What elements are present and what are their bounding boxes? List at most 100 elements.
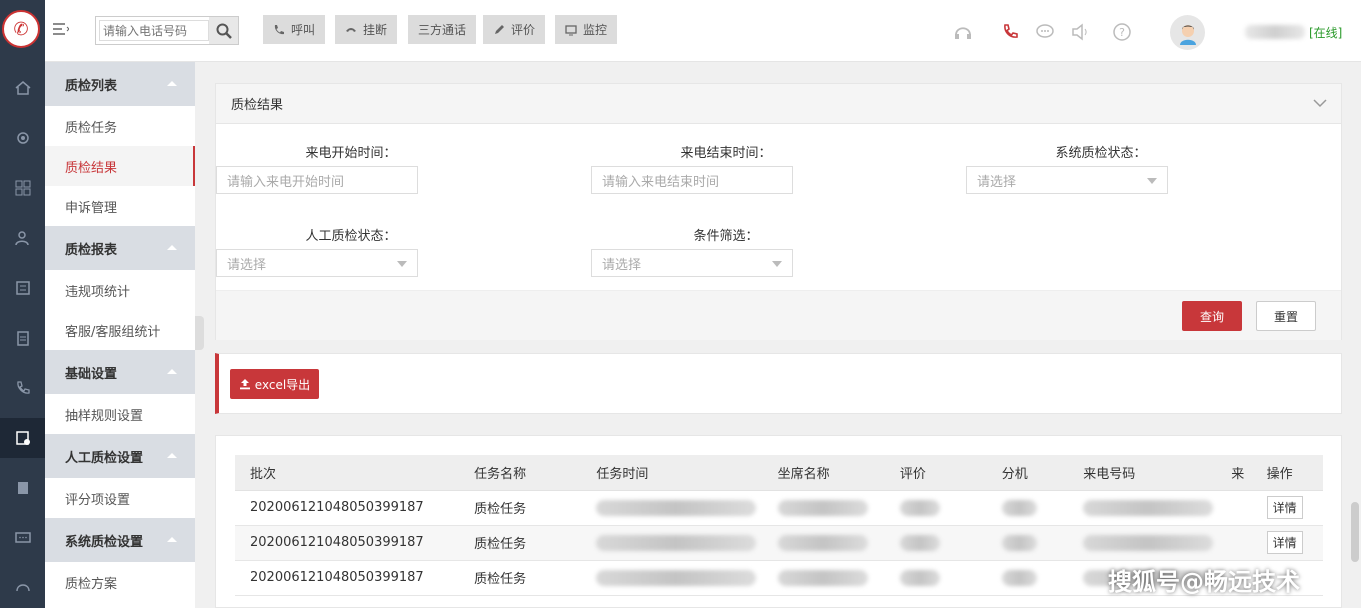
side-nav: 质检列表 质检任务 质检结果 申诉管理 质检报表 违规项统计 客服/客服组统计 … — [45, 62, 195, 608]
col-task-name[interactable]: 任务名称 — [459, 455, 582, 491]
monitor-label: 监控 — [583, 23, 608, 37]
phone-icon[interactable] — [0, 368, 45, 408]
nav-item-quality-task[interactable]: 质检任务 — [45, 106, 195, 146]
nav-item-scoring-items[interactable]: 评分项设置 — [45, 478, 195, 518]
vertical-scrollbar[interactable] — [1351, 502, 1359, 562]
call-button[interactable]: 呼叫 — [263, 15, 326, 44]
phone-search — [95, 16, 239, 45]
cell-caller-redacted — [1068, 525, 1232, 561]
monitor-button[interactable]: 监控 — [555, 15, 618, 44]
nav-item-sampling-rules[interactable]: 抽样规则设置 — [45, 394, 195, 434]
filter-panel: 质检结果 来电开始时间： 请输入来电开始时间 来电结束时间： 请输入来电结束时间… — [215, 83, 1342, 340]
condition-filter-label: 条件筛选： — [693, 229, 759, 244]
search-button[interactable] — [209, 17, 238, 44]
cell-actions: 详情 — [1251, 525, 1323, 561]
nav-item-qc-plan[interactable]: 质检方案 — [45, 562, 195, 602]
cell-agent-redacted — [762, 525, 885, 561]
watermark: 搜狐号@畅远技术 — [1108, 568, 1300, 596]
col-evaluation[interactable]: 评价 — [884, 455, 987, 491]
nav-item-quality-result[interactable]: 质检结果 — [45, 146, 195, 186]
help-icon[interactable]: ? — [1112, 22, 1132, 42]
user-icon — [1179, 24, 1196, 45]
end-time-label: 来电结束时间： — [680, 146, 772, 161]
home-icon[interactable] — [0, 68, 45, 108]
caret-up-icon — [167, 369, 177, 374]
start-time-input[interactable]: 请输入来电开始时间 — [216, 166, 418, 194]
pencil-icon — [495, 24, 504, 34]
nav-group-quality-report[interactable]: 质检报表 — [45, 226, 195, 270]
user-avatar[interactable] — [1170, 15, 1205, 50]
manual-qc-status-select[interactable]: 请选择 — [216, 249, 418, 277]
nav-item-agent-group-stats[interactable]: 客服/客服组统计 — [45, 310, 195, 350]
filter-actions: 查询 重置 — [216, 290, 1341, 340]
col-agent-name[interactable]: 坐席名称 — [762, 455, 885, 491]
col-truncated[interactable]: 来 — [1231, 455, 1252, 491]
system-qc-status-select[interactable]: 请选择 — [966, 166, 1168, 194]
nav-group-quality-list[interactable]: 质检列表 — [45, 62, 195, 106]
reset-button[interactable]: 重置 — [1256, 301, 1316, 331]
chat-icon[interactable] — [1035, 22, 1055, 42]
evaluate-button[interactable]: 评价 — [483, 15, 546, 44]
menu-toggle-icon[interactable] — [53, 22, 69, 36]
contacts-icon[interactable] — [0, 218, 45, 258]
apps-icon[interactable] — [0, 168, 45, 208]
speaker-icon[interactable] — [1070, 22, 1090, 42]
table-header-row: 批次 任务名称 任务时间 坐席名称 评价 分机 来电号码 来 操作 — [235, 455, 1323, 491]
call-label: 呼叫 — [291, 23, 316, 37]
col-caller-number[interactable]: 来电号码 — [1068, 455, 1232, 491]
cell-eval-redacted — [884, 560, 987, 596]
user-name-blurred — [1245, 25, 1305, 39]
headset-icon[interactable] — [953, 22, 973, 42]
manual-qc-status-label: 人工质检状态： — [305, 229, 397, 244]
caret-up-icon — [167, 81, 177, 86]
condition-filter-select[interactable]: 请选择 — [591, 249, 793, 277]
nav-group-basic-settings[interactable]: 基础设置 — [45, 350, 195, 394]
detail-button[interactable]: 详情 — [1266, 531, 1303, 554]
nav-item-violation-stats[interactable]: 违规项统计 — [45, 270, 195, 310]
cell-batch: 202006121048050399187 — [235, 560, 460, 596]
col-batch[interactable]: 批次 — [235, 455, 460, 491]
search-icon — [216, 23, 232, 39]
cell-batch: 20200612104805039918​7 — [235, 490, 460, 526]
nav-group-system-qc-settings[interactable]: 系统质检设置 — [45, 518, 195, 562]
cell-ext-redacted — [986, 560, 1069, 596]
sidebar-collapse-handle[interactable] — [195, 316, 204, 350]
app-logo: ✆ — [2, 10, 40, 48]
cell-truncated — [1231, 525, 1252, 561]
col-task-time[interactable]: 任务时间 — [581, 455, 763, 491]
book-icon[interactable] — [0, 268, 45, 308]
filter-panel-header[interactable]: 质检结果 — [216, 84, 1341, 124]
chevron-down-icon[interactable] — [1313, 96, 1327, 110]
detail-button[interactable]: 详情 — [1266, 496, 1303, 519]
caret-up-icon — [167, 245, 177, 250]
message-icon[interactable] — [0, 518, 45, 558]
system-qc-status-label: 系统质检状态： — [1055, 146, 1147, 161]
quality-check-icon[interactable] — [0, 418, 45, 458]
cell-ext-redacted — [986, 490, 1069, 526]
excel-export-button[interactable]: excel导出 — [230, 369, 319, 399]
icon-rail: ✆ — [0, 0, 45, 608]
svg-text:?: ? — [1119, 26, 1125, 39]
cell-task-name: 质检任务 — [459, 525, 582, 561]
export-panel: excel导出 — [215, 353, 1342, 414]
nav-item-appeal-management[interactable]: 申诉管理 — [45, 186, 195, 226]
cell-batch: 202006121048050399187 — [235, 525, 460, 561]
top-bar: 呼叫 挂断 三方通话 评价 监控 ? [在线] — [45, 0, 1361, 62]
cell-eval-redacted — [884, 490, 987, 526]
cell-agent-redacted — [762, 490, 885, 526]
phone-search-input[interactable] — [99, 20, 209, 41]
end-time-input[interactable]: 请输入来电结束时间 — [591, 166, 793, 194]
nav-group-manual-qc-settings[interactable]: 人工质检设置 — [45, 434, 195, 478]
table-row: 20200612104805039918​7 质检任务 详情 — [235, 490, 1323, 526]
phone-status-icon[interactable] — [1000, 22, 1020, 42]
col-extension[interactable]: 分机 — [986, 455, 1069, 491]
three-way-call-button[interactable]: 三方通话 — [408, 15, 477, 44]
headset-rail-icon[interactable] — [0, 568, 45, 608]
query-button[interactable]: 查询 — [1182, 301, 1242, 331]
clipboard-icon[interactable] — [0, 318, 45, 358]
settings-icon[interactable] — [0, 118, 45, 158]
hangup-button[interactable]: 挂断 — [335, 15, 398, 44]
cell-task-time-redacted — [581, 490, 763, 526]
monitor-icon — [565, 24, 577, 35]
notebook-icon[interactable] — [0, 468, 45, 508]
